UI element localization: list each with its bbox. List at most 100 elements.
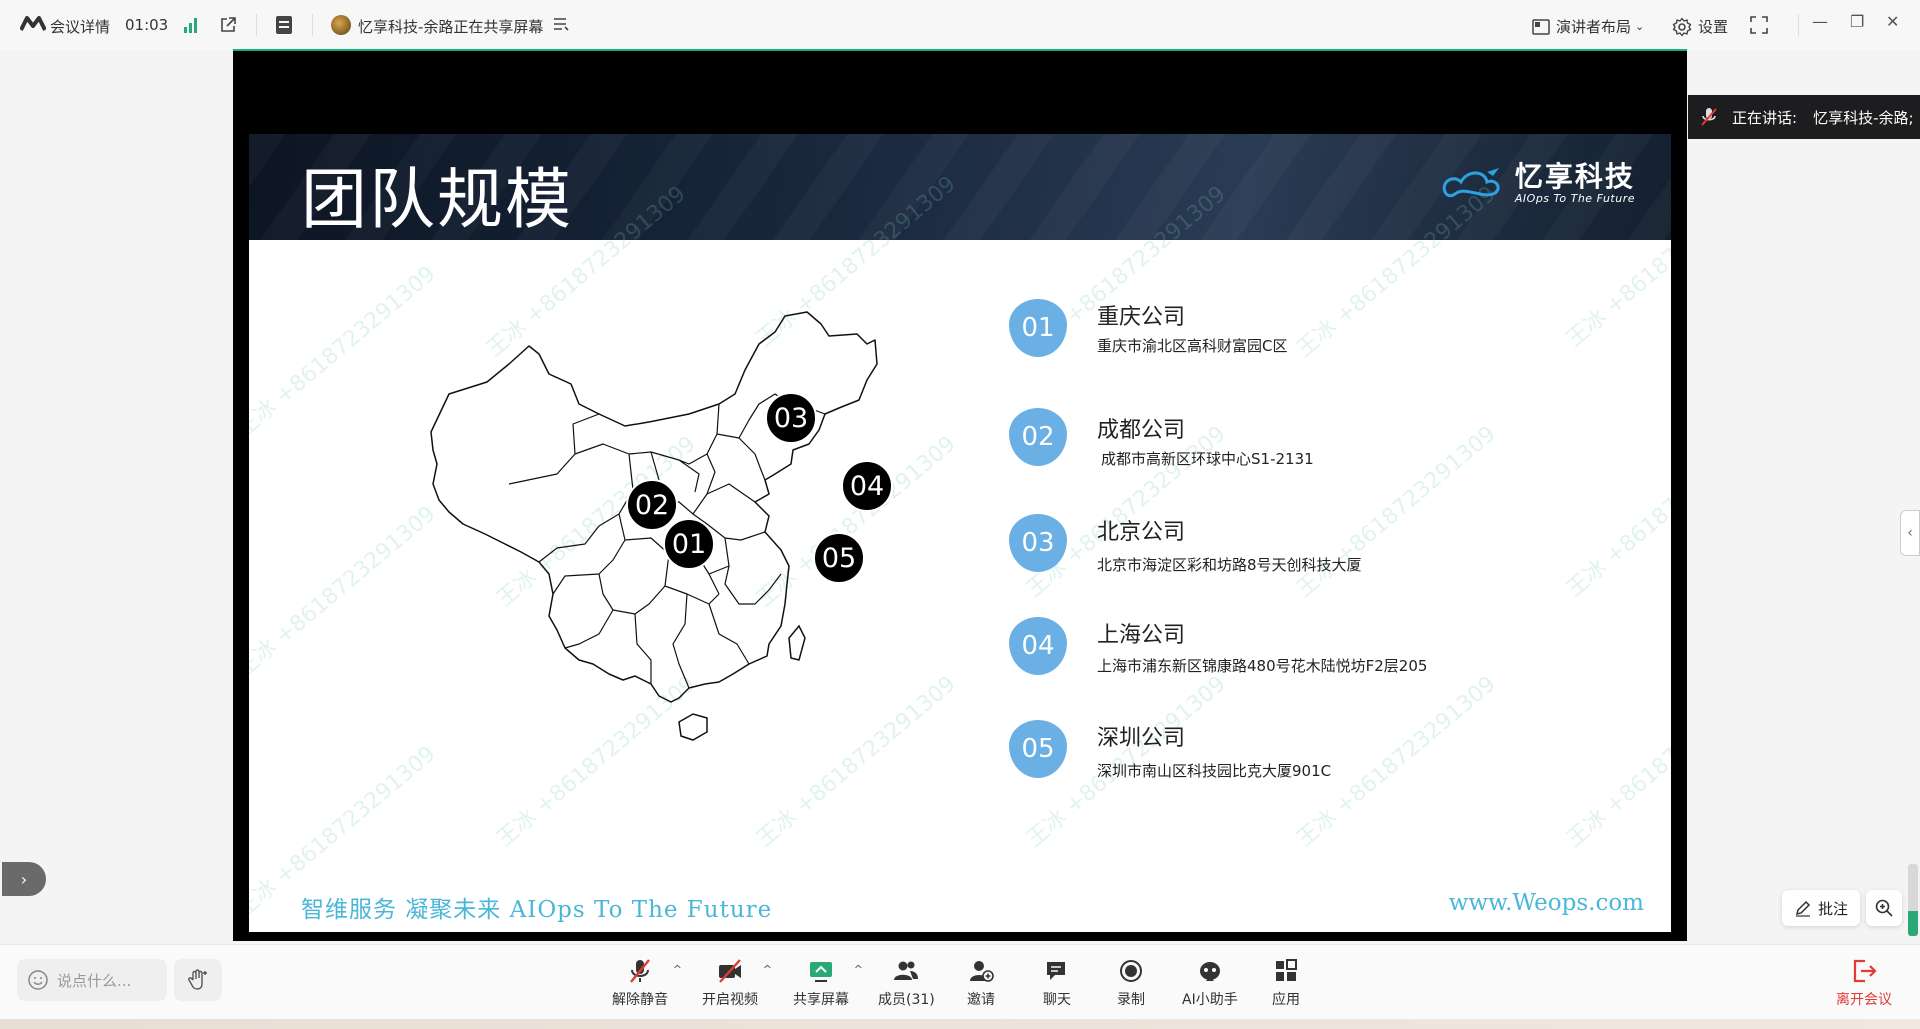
layout-icon [1532,18,1550,35]
minimize-icon[interactable]: — [1812,12,1828,31]
network-signal-icon[interactable] [183,17,199,37]
map-badge-04: 04 [841,460,893,512]
location-number: 03 [1009,514,1067,572]
open-external-icon[interactable] [219,16,237,38]
ai-assistant-button[interactable]: AI小助手 [1182,957,1238,1009]
app-logo-icon [19,14,47,38]
meeting-details-button[interactable]: 会议详情 [50,16,110,37]
members-icon [894,961,919,980]
record-button[interactable]: 录制 [1117,957,1145,1009]
location-address: 成都市高新区环球中心S1-2131 [1101,450,1314,468]
map-badge-01: 01 [663,518,715,570]
location-address: 上海市浦东新区锦康路480号花木陆悦坊F2层205 [1097,657,1428,675]
location-number: 01 [1009,299,1067,357]
close-icon[interactable]: ✕ [1886,12,1899,31]
annotate-label: 批注 [1817,899,1848,918]
invite-user-icon [970,961,994,982]
location-name: 上海公司 [1097,623,1186,648]
brand-cloud-icon [1442,167,1500,197]
start-video-button[interactable]: 开启视频 ^ [702,957,772,1009]
map-badge-02: 02 [626,479,678,531]
share-screen-icon [810,962,832,982]
zoom-in-button[interactable] [1866,890,1902,926]
top-bar: 会议详情 01:03 忆享科技-余路正在共享屏幕 演讲者布局 ⌄ 设置 — ❐ … [0,0,1920,50]
map-taiwan [788,624,806,661]
side-panel-toggle[interactable]: ‹ [1900,510,1920,556]
brand-logo: 忆享科技 AIOps To The Future [1441,162,1635,205]
list-menu-icon[interactable] [553,17,569,35]
slide-title: 团队规模 [301,161,573,238]
settings-label: 设置 [1698,18,1729,36]
map-badge-03: 03 [765,392,817,444]
toolbar-divider [1798,14,1799,36]
location-name: 北京公司 [1097,520,1186,545]
chevron-down-icon: ⌄ [1635,20,1645,33]
toolbar-divider [312,14,313,36]
leave-meeting-button[interactable]: 离开会议 [1836,957,1892,1009]
watermark: 王冰 +8618723291309 [1561,671,1671,853]
emoji-icon [28,970,48,990]
mic-muted-icon [1701,108,1717,126]
members-button[interactable]: 成员(31) [878,957,935,1009]
ai-assistant-icon [1199,962,1220,981]
invite-button[interactable]: 邀请 [967,957,995,1009]
chevron-up-icon[interactable]: ^ [854,963,863,976]
audio-level-meter [1908,864,1918,936]
apps-grid-icon [1276,959,1297,981]
speaking-name: 忆享科技-余路; [1813,108,1914,127]
chat-button[interactable]: 聊天 [1043,957,1071,1009]
bottom-toolbar: 说点什么... 解除静音 ^ 开启视频 ^ 共享屏幕 ^ 成员(31) 邀请 聊… [0,944,1920,1029]
quick-chat-input[interactable]: 说点什么... [17,959,167,1001]
unmute-button[interactable]: 解除静音 ^ [612,957,682,1009]
chat-icon [1047,962,1065,980]
unmute-label: 解除静音 [612,992,668,1008]
chevron-left-icon: ‹ [1907,525,1913,541]
gear-icon [1672,17,1692,36]
expand-panel-button[interactable]: › [2,862,46,896]
leave-icon [1853,959,1877,983]
watermark: 王冰 +8618723291309 [1291,421,1501,603]
members-label: 成员(31) [878,992,935,1008]
record-label: 录制 [1117,992,1145,1008]
share-screen-button[interactable]: 共享屏幕 ^ [793,957,863,1009]
chat-placeholder: 说点什么... [57,971,132,990]
watermark: 王冰 +8618723291309 [1561,421,1671,603]
share-screen-label: 共享屏幕 [793,992,849,1008]
elapsed-time: 01:03 [125,16,169,34]
leave-meeting-label: 离开会议 [1836,992,1892,1008]
location-number: 02 [1009,408,1067,466]
taskbar-strip [0,1019,1920,1029]
share-status-title: 忆享科技-余路正在共享屏幕 [358,18,544,36]
layout-label: 演讲者布局 [1556,18,1632,36]
location-number: 05 [1009,720,1067,778]
settings-button[interactable]: 设置 [1672,16,1728,37]
chevron-up-icon[interactable]: ^ [673,963,682,976]
map-badge-05: 05 [813,532,865,584]
toolbar-divider [256,14,257,36]
location-address: 深圳市南山区科技园比克大厦901C [1097,762,1332,780]
invite-label: 邀请 [967,992,995,1008]
document-icon[interactable] [275,15,293,39]
location-address: 北京市海淀区彩和坊路8号天创科技大厦 [1097,556,1362,574]
chat-label: 聊天 [1043,992,1071,1008]
location-address: 重庆市渝北区高科财富园C区 [1097,337,1288,355]
raise-hand-icon [188,969,207,990]
restore-icon[interactable]: ❐ [1850,12,1864,31]
fullscreen-icon[interactable] [1750,16,1768,38]
brand-name: 忆享科技 [1514,160,1635,193]
slide-website: www.Weops.com [1448,890,1644,916]
audio-level-fill [1908,910,1918,936]
mic-muted-icon [630,959,650,983]
zoom-in-icon [1875,899,1893,917]
chevron-right-icon: › [20,869,28,889]
chevron-up-icon[interactable]: ^ [763,963,772,976]
apps-button[interactable]: 应用 [1272,957,1300,1009]
record-icon [1120,960,1142,982]
raise-hand-button[interactable] [174,959,222,1001]
annotate-button[interactable]: 批注 [1782,890,1860,926]
speaking-label: 正在讲话: [1732,108,1798,127]
speaker-layout-dropdown[interactable]: 演讲者布局 ⌄ [1532,16,1644,37]
start-video-label: 开启视频 [702,992,758,1008]
location-name: 重庆公司 [1097,305,1186,330]
location-number: 04 [1009,617,1067,675]
